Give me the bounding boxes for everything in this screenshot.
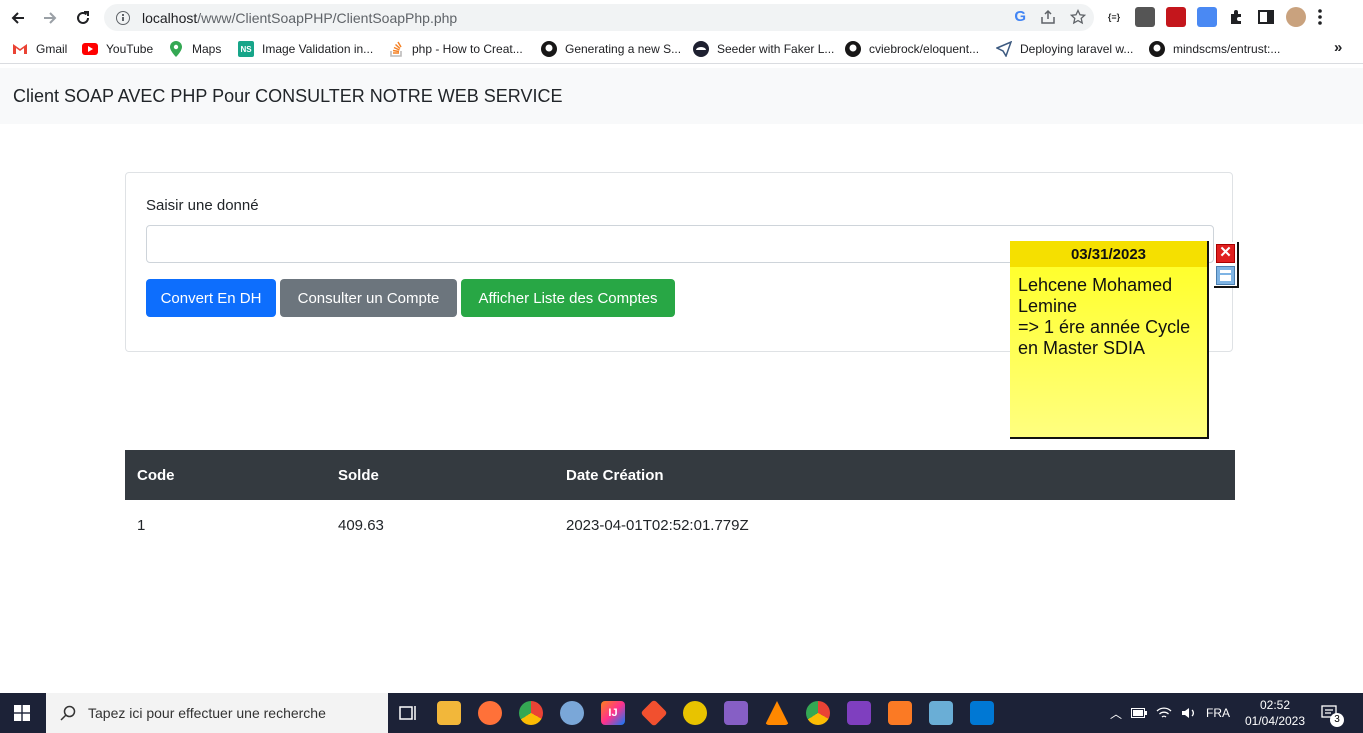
gmail-icon: [12, 41, 28, 57]
windows-taskbar: Tapez ici pour effectuer une recherche I…: [0, 693, 1363, 733]
convert-dh-button[interactable]: Convert En DH: [146, 279, 276, 317]
cell-date-creation: 2023-04-01T02:52:01.779Z: [566, 516, 749, 534]
column-header-solde: Solde: [326, 450, 554, 500]
paint-icon[interactable]: [560, 701, 584, 725]
stackoverflow-icon: [388, 41, 404, 57]
arrow-right-icon: [44, 12, 57, 24]
clock-time: 02:52: [1259, 698, 1291, 712]
more-bookmarks-chevron-icon[interactable]: »: [1334, 39, 1342, 56]
json-viewer-extension-icon[interactable]: {≡}: [1104, 7, 1124, 27]
sticky-note-text: Lehcene Mohamed Lemine => 1 ére année Cy…: [1018, 275, 1191, 358]
cell-code: 1: [137, 516, 146, 534]
maps-pin-icon: [168, 41, 184, 57]
xampp-icon[interactable]: [888, 701, 912, 725]
visual-studio-installer-icon[interactable]: [724, 701, 748, 725]
windows-logo-icon: [14, 705, 30, 721]
wifi-icon[interactable]: [1156, 706, 1172, 720]
list-accounts-button[interactable]: Afficher Liste des Comptes: [461, 279, 675, 317]
bookmark-deploying-laravel[interactable]: Deploying laravel w...: [996, 41, 1133, 57]
search-icon: [60, 705, 76, 721]
google-icon[interactable]: G: [1014, 8, 1026, 25]
ns-site-icon: NS: [238, 41, 254, 57]
start-button[interactable]: [0, 693, 44, 733]
bookmark-stackoverflow-php[interactable]: php - How to Creat...: [388, 41, 523, 57]
sticky-note-controls: ✕: [1214, 242, 1239, 288]
taskbar-clock[interactable]: 02:52 01/04/2023: [1240, 697, 1310, 729]
volume-icon[interactable]: [1181, 706, 1197, 720]
file-explorer-icon[interactable]: [437, 701, 461, 725]
cell-solde: 409.63: [338, 516, 384, 534]
vlc-icon[interactable]: [765, 701, 789, 725]
screen-capture-extension-icon[interactable]: [1135, 7, 1155, 27]
intellij-icon[interactable]: IJ: [601, 701, 625, 725]
visual-studio-icon[interactable]: [847, 701, 871, 725]
column-header-code: Code: [125, 450, 326, 500]
bookmark-maps[interactable]: Maps: [168, 41, 221, 57]
sticky-note-date: 03/31/2023: [1010, 241, 1207, 267]
firefox-icon[interactable]: [478, 701, 502, 725]
translate-extension-icon[interactable]: [1197, 7, 1217, 27]
page-header: Client SOAP AVEC PHP Pour CONSULTER NOTR…: [0, 68, 1363, 124]
notepad-icon[interactable]: [929, 701, 953, 725]
git-icon[interactable]: [640, 699, 668, 727]
sticky-note[interactable]: 03/31/2023 Lehcene Mohamed Lemine => 1 é…: [1010, 241, 1209, 439]
browser-toolbar: localhost/www/ClientSoapPHP/ClientSoapPh…: [0, 0, 1363, 35]
vscode-icon[interactable]: [970, 701, 994, 725]
table-row: 1 409.63 2023-04-01T02:52:01.779Z: [125, 500, 1235, 550]
column-header-date-creation: Date Création: [554, 450, 1235, 500]
system-tray: ︿ FRA: [1110, 693, 1230, 733]
profile-avatar[interactable]: [1286, 7, 1306, 27]
bookmark-github-eloquent[interactable]: cviebrock/eloquent...: [845, 41, 979, 57]
forward-button[interactable]: [38, 6, 62, 30]
chrome-profile-icon[interactable]: [519, 701, 543, 725]
consult-account-button[interactable]: Consulter un Compte: [280, 279, 457, 317]
reload-icon: [77, 11, 89, 24]
settings-app-icon[interactable]: [683, 701, 707, 725]
github-icon: [541, 41, 557, 57]
share-icon[interactable]: [1040, 9, 1056, 25]
github-icon: [1149, 41, 1165, 57]
more-menu-icon[interactable]: [1317, 8, 1323, 26]
side-panel-icon[interactable]: [1257, 8, 1275, 26]
reload-button[interactable]: [71, 6, 95, 30]
taskbar-search[interactable]: Tapez ici pour effectuer une recherche: [46, 693, 388, 733]
address-bar[interactable]: localhost/www/ClientSoapPHP/ClientSoapPh…: [104, 4, 1094, 31]
back-button[interactable]: [6, 6, 30, 30]
bookmark-gmail[interactable]: Gmail: [12, 41, 67, 57]
youtube-icon: [82, 41, 98, 57]
bookmark-youtube[interactable]: YouTube: [82, 41, 153, 57]
bookmark-github-entrust[interactable]: mindscms/entrust:...: [1149, 41, 1280, 57]
accounts-table: Code Solde Date Création 1 409.63 2023-0…: [125, 450, 1235, 550]
chevron-up-icon[interactable]: ︿: [1110, 705, 1122, 722]
chrome-icon[interactable]: [806, 701, 830, 725]
page-title: Client SOAP AVEC PHP Pour CONSULTER NOTR…: [13, 86, 563, 106]
bookmark-seeder-faker[interactable]: Seeder with Faker L...: [693, 41, 834, 57]
bookmark-image-validation[interactable]: NS Image Validation in...: [238, 41, 373, 57]
arrow-left-icon: [11, 12, 24, 24]
paper-plane-icon: [996, 41, 1012, 57]
github-icon: [845, 41, 861, 57]
url-text: localhost/www/ClientSoapPHP/ClientSoapPh…: [142, 9, 458, 26]
bookmark-star-icon[interactable]: [1070, 8, 1086, 25]
bookmarks-bar: Gmail YouTube Maps NS Image Validation in…: [0, 35, 1363, 64]
battery-icon[interactable]: [1131, 708, 1148, 718]
pdf-extension-icon[interactable]: [1166, 7, 1186, 27]
bookmark-github-ssh[interactable]: Generating a new S...: [541, 41, 681, 57]
table-header-row: Code Solde Date Création: [125, 450, 1235, 500]
data-input-label: Saisir une donné: [146, 197, 259, 214]
clock-date: 01/04/2023: [1244, 714, 1306, 728]
sticky-close-icon[interactable]: ✕: [1216, 244, 1235, 263]
site-info-icon[interactable]: [116, 10, 130, 25]
taskbar-search-placeholder: Tapez ici pour effectuer une recherche: [88, 705, 326, 721]
notification-count-badge: 3: [1330, 713, 1344, 727]
language-indicator[interactable]: FRA: [1206, 706, 1230, 720]
puzzle-extensions-icon[interactable]: [1228, 8, 1246, 26]
taskbar-apps: IJ: [396, 699, 994, 727]
task-view-icon[interactable]: [396, 701, 420, 725]
sticky-minimize-icon[interactable]: [1216, 266, 1235, 285]
laracasts-icon: [693, 41, 709, 57]
